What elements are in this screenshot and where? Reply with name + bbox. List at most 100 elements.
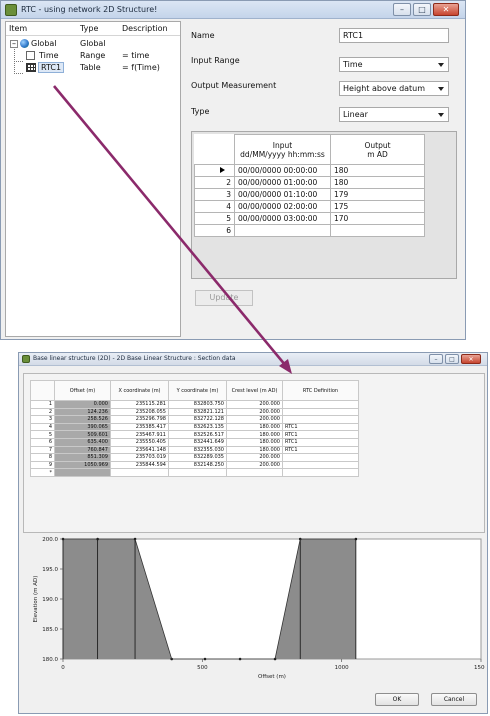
rtc-cell[interactable]: RTC1 — [282, 422, 359, 432]
offset-cell[interactable]: 124.236 — [54, 407, 111, 417]
tree-row-rtc1[interactable]: RTC1 Table = f(Time) — [6, 62, 180, 74]
rtc-cell[interactable]: RTC1 — [282, 430, 359, 439]
input-column-header[interactable]: Input dd/MM/yyyy hh:mm:ss — [234, 134, 331, 165]
offset-cell[interactable] — [54, 468, 111, 477]
y-cell[interactable]: 832289.035 — [168, 453, 227, 462]
crest-cell[interactable]: 200.000 — [226, 400, 283, 409]
header-type[interactable]: Type — [80, 24, 98, 33]
crest-cell[interactable]: 200.000 — [226, 460, 283, 470]
table-row[interactable]: 1 00/00/0000 00:00:00 180 — [194, 164, 425, 177]
rtc-cell[interactable] — [282, 460, 359, 470]
x-cell[interactable]: 235467.911 — [110, 430, 169, 439]
offset-cell[interactable]: 509.601 — [54, 430, 111, 439]
crest-cell[interactable]: 200.000 — [226, 453, 283, 462]
x-cell[interactable]: 235844.594 — [110, 460, 169, 470]
input-cell[interactable]: 00/00/0000 03:00:00 — [234, 212, 331, 225]
crest-level-column-header[interactable]: Crest level (m AD) — [226, 380, 283, 401]
offset-cell[interactable]: 390.065 — [54, 422, 111, 432]
table-row[interactable]: 5 509.601 235467.911 832526.517 180.000 RTC1 — [30, 430, 359, 439]
table-row[interactable]: 2 00/00/0000 01:00:00 180 — [194, 176, 425, 189]
header-item[interactable]: Item — [9, 24, 27, 33]
crest-cell[interactable]: 180.000 — [226, 430, 283, 439]
output-column-header[interactable]: Output m AD — [330, 134, 425, 165]
collapse-icon[interactable]: – — [10, 40, 18, 48]
x-cell[interactable]: 235641.148 — [110, 445, 169, 455]
offset-cell[interactable]: 0.000 — [54, 400, 111, 409]
x-cell[interactable] — [110, 468, 169, 477]
x-coordinate-column-header[interactable]: X coordinate (m) — [110, 380, 169, 401]
crest-cell[interactable] — [226, 468, 283, 477]
x-cell[interactable]: 235296.798 — [110, 415, 169, 424]
y-cell[interactable]: 832803.750 — [168, 400, 227, 409]
offset-cell[interactable]: 635.400 — [54, 437, 111, 447]
x-cell[interactable]: 235115.281 — [110, 400, 169, 409]
y-cell[interactable]: 832722.128 — [168, 415, 227, 424]
crest-cell[interactable]: 200.000 — [226, 407, 283, 417]
close-button[interactable]: ✕ — [433, 3, 459, 16]
y-cell[interactable]: 832526.517 — [168, 430, 227, 439]
rtc-titlebar[interactable]: RTC - using network 2D Structure! – □ ✕ — [1, 1, 465, 19]
offset-cell[interactable]: 1050.969 — [54, 460, 111, 470]
table-row[interactable]: 4 390.065 235385.417 832623.135 180.000 RTC1 — [30, 422, 359, 432]
table-row[interactable]: 3 258.526 235296.798 832722.128 200.000 — [30, 415, 359, 424]
ok-button[interactable]: OK — [375, 693, 419, 706]
offset-column-header[interactable]: Offset (m) — [54, 380, 111, 401]
minimize-button[interactable]: – — [393, 3, 411, 16]
crest-cell[interactable]: 180.000 — [226, 445, 283, 455]
y-cell[interactable]: 832821.121 — [168, 407, 227, 417]
rtc-cell[interactable] — [282, 407, 359, 417]
section-titlebar[interactable]: Base linear structure (2D) - 2D Base Lin… — [19, 353, 487, 366]
rtc-cell[interactable] — [282, 453, 359, 462]
table-row[interactable]: 2 124.236 235208.055 832821.121 200.000 — [30, 407, 359, 417]
input-cell[interactable]: 00/00/0000 01:10:00 — [234, 188, 331, 201]
type-select[interactable]: Linear — [339, 107, 449, 122]
x-cell[interactable]: 235550.405 — [110, 437, 169, 447]
tree-row-time[interactable]: Time Range = time — [6, 50, 180, 62]
table-row[interactable]: 4 00/00/0000 02:00:00 175 — [194, 200, 425, 213]
output-measurement-select[interactable]: Height above datum — [339, 81, 449, 96]
rtc-cell[interactable]: RTC1 — [282, 437, 359, 447]
table-row[interactable]: * — [30, 468, 359, 477]
y-cell[interactable]: 832148.250 — [168, 460, 227, 470]
output-cell[interactable]: 180 — [330, 176, 425, 189]
maximize-button[interactable]: □ — [413, 3, 431, 16]
output-cell[interactable]: 170 — [330, 212, 425, 225]
y-cell[interactable]: 832355.030 — [168, 445, 227, 455]
input-cell[interactable] — [234, 224, 331, 237]
output-cell[interactable]: 179 — [330, 188, 425, 201]
table-row[interactable]: 6 635.400 235550.405 832441.649 180.000 RTC1 — [30, 437, 359, 447]
tree-row-global[interactable]: – Global Global — [6, 38, 180, 50]
crest-cell[interactable]: 200.000 — [226, 415, 283, 424]
table-row[interactable]: 6 — [194, 224, 425, 237]
input-range-select[interactable]: Time — [339, 57, 449, 72]
crest-cell[interactable]: 180.000 — [226, 437, 283, 447]
name-input[interactable]: RTC1 — [339, 28, 449, 43]
header-description[interactable]: Description — [122, 24, 168, 33]
output-cell[interactable]: 175 — [330, 200, 425, 213]
y-cell[interactable]: 832441.649 — [168, 437, 227, 447]
table-row[interactable]: 1 0.000 235115.281 832803.750 200.000 — [30, 400, 359, 409]
rtc-cell[interactable] — [282, 415, 359, 424]
table-row[interactable]: 7 760.847 235641.148 832355.030 180.000 RTC1 — [30, 445, 359, 455]
table-row[interactable]: 5 00/00/0000 03:00:00 170 — [194, 212, 425, 225]
rtc-cell[interactable] — [282, 468, 359, 477]
x-cell[interactable]: 235208.055 — [110, 407, 169, 417]
offset-cell[interactable]: 851.309 — [54, 453, 111, 462]
maximize-button[interactable]: □ — [445, 354, 459, 364]
table-row[interactable]: 3 00/00/0000 01:10:00 179 — [194, 188, 425, 201]
output-cell[interactable] — [330, 224, 425, 237]
rtc-definition-column-header[interactable]: RTC Definition — [282, 380, 359, 401]
output-cell[interactable]: 180 — [330, 164, 425, 177]
input-cell[interactable]: 00/00/0000 01:00:00 — [234, 176, 331, 189]
x-cell[interactable]: 235385.417 — [110, 422, 169, 432]
x-cell[interactable]: 235703.019 — [110, 453, 169, 462]
table-row[interactable]: 9 1050.969 235844.594 832148.250 200.000 — [30, 460, 359, 470]
offset-cell[interactable]: 258.526 — [54, 415, 111, 424]
rtc-cell[interactable] — [282, 400, 359, 409]
minimize-button[interactable]: – — [429, 354, 443, 364]
offset-cell[interactable]: 760.847 — [54, 445, 111, 455]
crest-cell[interactable]: 180.000 — [226, 422, 283, 432]
y-cell[interactable]: 832623.135 — [168, 422, 227, 432]
close-button[interactable]: ✕ — [461, 354, 481, 364]
input-cell[interactable]: 00/00/0000 02:00:00 — [234, 200, 331, 213]
